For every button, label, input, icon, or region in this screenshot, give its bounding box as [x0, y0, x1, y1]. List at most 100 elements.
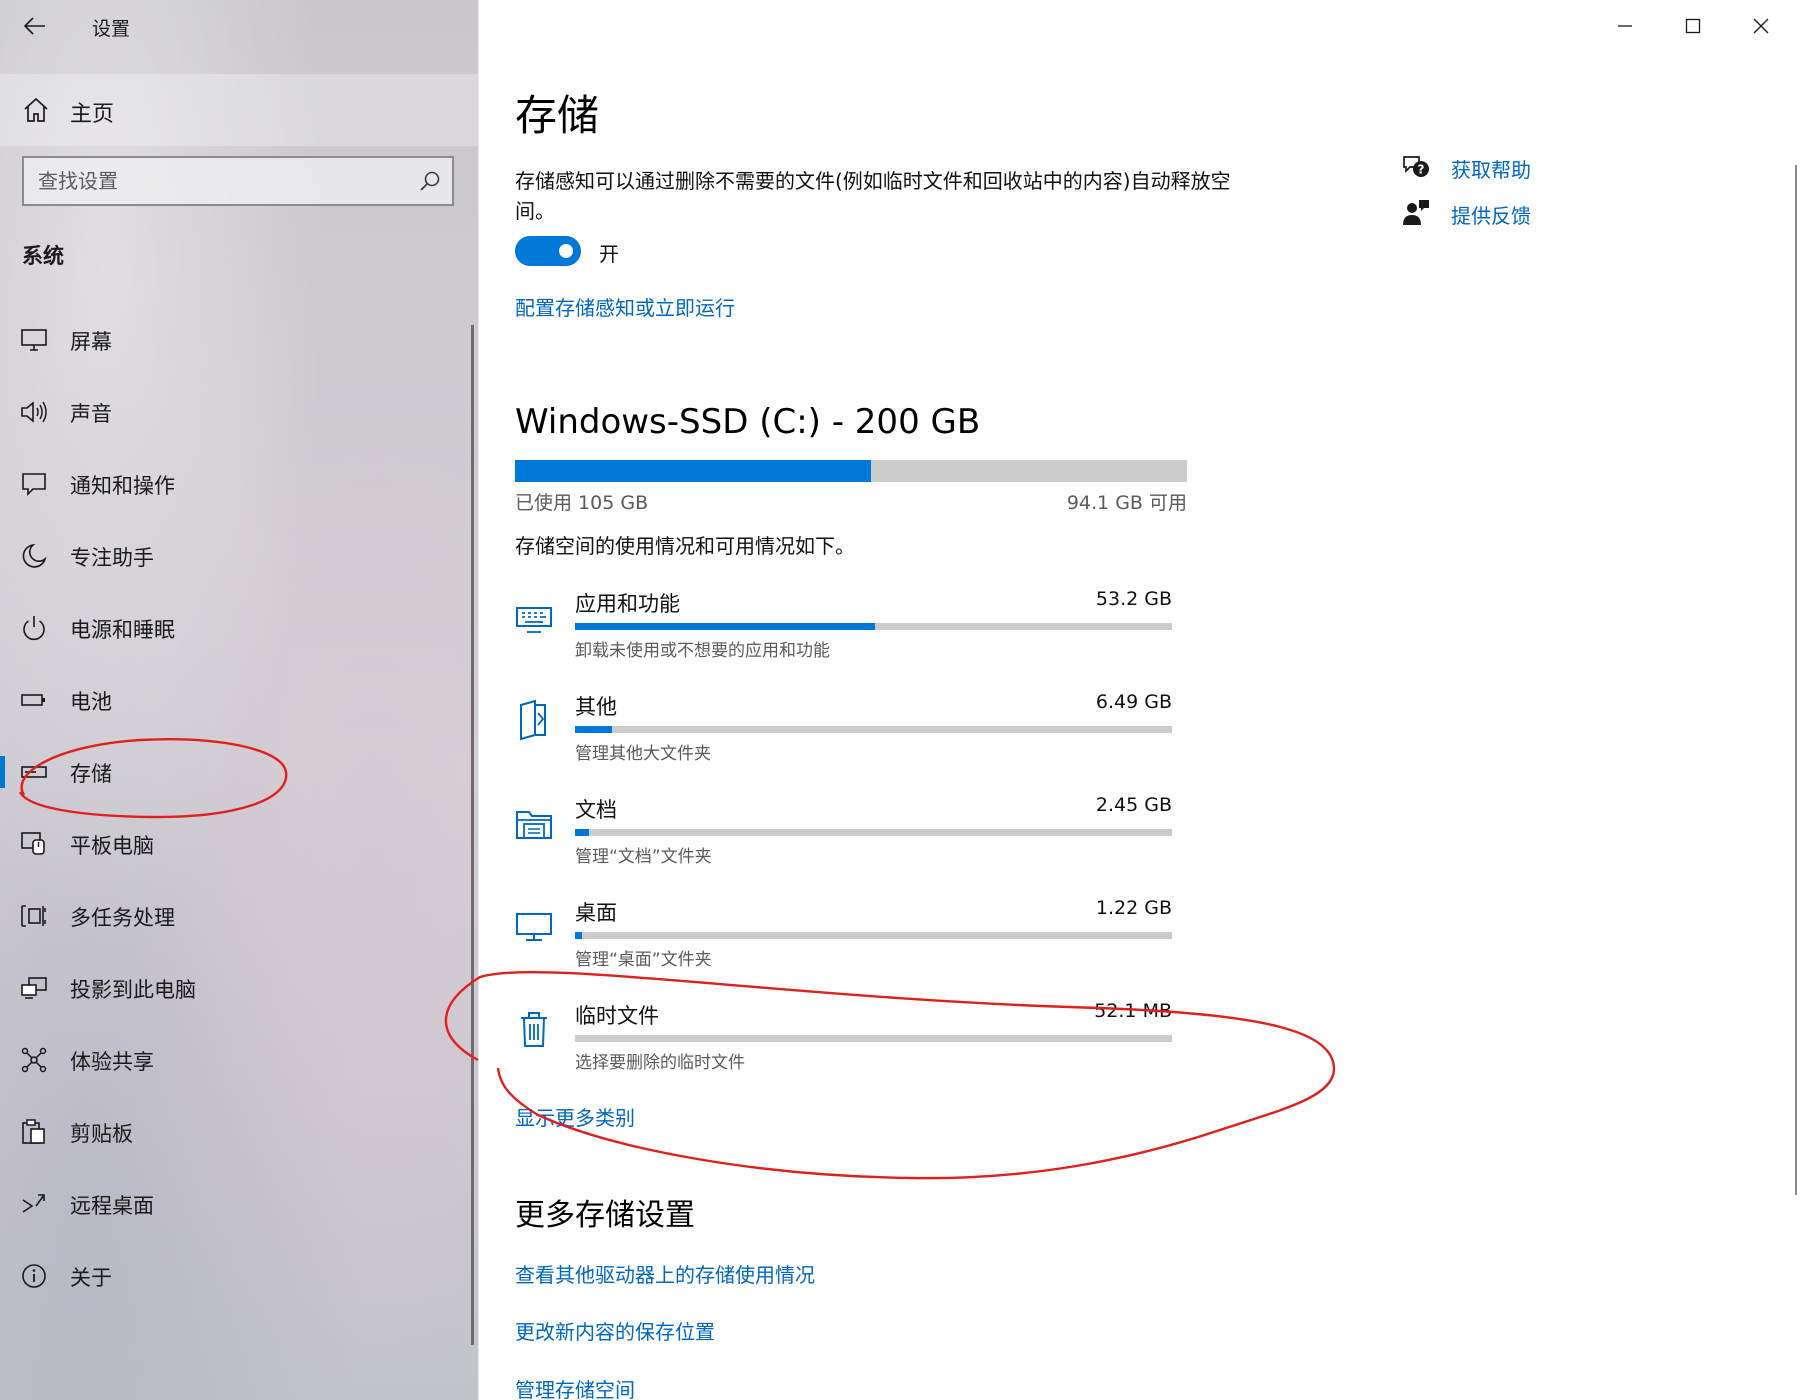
drive-used-label: 已使用 105 GB [515, 492, 649, 514]
sidebar-item-home[interactable]: 主页 [0, 74, 478, 146]
sidebar-item-label: 专注助手 [70, 546, 154, 570]
get-help-row[interactable]: ? 获取帮助 [1401, 148, 1661, 188]
category-name: 应用和功能 [575, 592, 680, 616]
change-save-location-link[interactable]: 更改新内容的保存位置 [515, 1316, 715, 1345]
back-arrow-icon [24, 17, 45, 35]
category-apps[interactable]: 应用和功能 53.2 GB 卸载未使用或不想要的应用和功能 [515, 588, 1187, 688]
info-icon [22, 1264, 46, 1288]
sidebar-item-notifications[interactable]: 通知和操作 [0, 448, 470, 520]
category-temp-files[interactable]: 临时文件 52.1 MB 选择要删除的临时文件 [515, 1000, 1187, 1100]
sidebar-item-battery[interactable]: 电池 [0, 664, 470, 736]
category-bar-fill [575, 932, 583, 939]
sidebar-item-focus-assist[interactable]: 专注助手 [0, 520, 470, 592]
minimize-icon [1618, 25, 1632, 27]
battery-icon [21, 694, 45, 706]
category-size: 52.1 MB [1094, 1000, 1172, 1022]
category-bar [575, 1035, 1172, 1042]
sidebar-item-label: 投影到此电脑 [70, 978, 196, 1002]
show-more-categories-link[interactable]: 显示更多类别 [515, 1102, 635, 1131]
storage-sense-description: 存储感知可以通过删除不需要的文件(例如临时文件和回收站中的内容)自动释放空间。 [515, 169, 1231, 223]
category-description: 管理“文档”文件夹 [575, 847, 712, 867]
category-name: 临时文件 [575, 1004, 659, 1028]
sidebar-item-power[interactable]: 电源和睡眠 [0, 592, 470, 664]
category-documents[interactable]: 文档 2.45 GB 管理“文档”文件夹 [515, 794, 1187, 894]
sidebar-item-label: 屏幕 [70, 330, 112, 354]
speaker-icon [21, 401, 47, 423]
category-bar [575, 726, 1172, 733]
feedback-link[interactable]: 提供反馈 [1451, 200, 1531, 229]
category-size: 2.45 GB [1095, 794, 1172, 816]
share-icon [21, 1047, 47, 1073]
trash-icon [521, 1012, 547, 1047]
sidebar-item-label: 电池 [70, 690, 112, 714]
app-title: 设置 [92, 18, 131, 40]
clipboard-icon [22, 1119, 45, 1144]
category-description: 管理其他大文件夹 [575, 744, 711, 764]
drive-free-label: 94.1 GB 可用 [1066, 492, 1187, 514]
get-help-link[interactable]: 获取帮助 [1451, 154, 1531, 183]
maximize-icon [1685, 18, 1701, 34]
storage-icon [21, 766, 47, 778]
usage-description: 存储空间的使用情况和可用情况如下。 [515, 534, 855, 558]
sidebar-item-shared-experiences[interactable]: 体验共享 [0, 1024, 470, 1096]
title-bar: 设置 [0, 0, 478, 52]
sidebar-item-storage[interactable]: 存储 [0, 736, 470, 808]
main-content: 存储 存储感知可以通过删除不需要的文件(例如临时文件和回收站中的内容)自动释放空… [478, 0, 1800, 1400]
sidebar-item-sound[interactable]: 声音 [0, 376, 470, 448]
sidebar-item-tablet[interactable]: 平板电脑 [0, 808, 470, 880]
tablet-icon [21, 832, 45, 855]
main-scrollbar[interactable] [1795, 165, 1797, 1195]
selection-indicator [0, 756, 5, 788]
sidebar-item-about[interactable]: 关于 [0, 1240, 470, 1312]
sidebar-item-label: 剪贴板 [70, 1122, 133, 1146]
search-box [22, 156, 454, 206]
drive-usage-fill [515, 460, 872, 482]
maximize-button[interactable] [1661, 6, 1725, 46]
toggle-state-label: 开 [599, 242, 619, 266]
monitor-icon [21, 329, 47, 351]
category-description: 选择要删除的临时文件 [575, 1053, 745, 1073]
feedback-row[interactable]: 提供反馈 [1401, 194, 1661, 234]
sidebar-item-remote-desktop[interactable]: 远程桌面 [0, 1168, 470, 1240]
sidebar-item-label: 主页 [70, 102, 115, 127]
category-desktop[interactable]: 桌面 1.22 GB 管理“桌面”文件夹 [515, 897, 1187, 997]
close-button[interactable] [1729, 6, 1793, 46]
drive-title: Windows-SSD (C:) - 200 GB [515, 402, 981, 442]
category-name: 桌面 [575, 901, 617, 925]
project-icon [21, 977, 47, 999]
category-name: 文档 [575, 798, 617, 822]
category-name: 其他 [575, 695, 617, 719]
back-button[interactable] [18, 10, 52, 42]
sidebar-item-clipboard[interactable]: 剪贴板 [0, 1096, 470, 1168]
remote-desktop-icon [22, 1194, 45, 1213]
category-description: 管理“桌面”文件夹 [575, 950, 712, 970]
category-bar-fill [575, 726, 612, 733]
keyboard-icon [516, 607, 552, 633]
category-other[interactable]: 其他 6.49 GB 管理其他大文件夹 [515, 691, 1187, 791]
category-bar [575, 932, 1172, 939]
category-bar [575, 829, 1172, 836]
category-size: 6.49 GB [1095, 691, 1172, 713]
sidebar-item-label: 关于 [70, 1266, 112, 1290]
storage-sense-toggle[interactable] [515, 236, 581, 266]
view-other-drives-link[interactable]: 查看其他驱动器上的存储使用情况 [515, 1259, 815, 1288]
sidebar-scrollbar[interactable] [471, 325, 474, 1345]
sidebar-item-multitasking[interactable]: 多任务处理 [0, 880, 470, 952]
sidebar-item-display[interactable]: 屏幕 [0, 304, 470, 376]
home-icon [24, 97, 48, 122]
drive-usage-bar [515, 460, 1187, 482]
configure-storage-sense-link[interactable]: 配置存储感知或立即运行 [515, 292, 735, 321]
section-title: 系统 [22, 244, 64, 268]
manage-storage-spaces-link[interactable]: 管理存储空间 [515, 1374, 635, 1400]
page-title: 存储 [515, 91, 600, 140]
help-chat-icon: ? [1403, 156, 1429, 177]
multitask-icon [21, 905, 46, 927]
sidebar-item-projecting[interactable]: 投影到此电脑 [0, 952, 470, 1024]
search-input[interactable] [38, 166, 398, 196]
more-storage-settings-title: 更多存储设置 [515, 1198, 695, 1233]
search-icon[interactable] [418, 169, 442, 193]
sidebar: 设置 主页 系统 屏幕 声音 [0, 0, 478, 1400]
sidebar-item-label: 声音 [70, 402, 112, 426]
desktop-icon [516, 913, 552, 941]
minimize-button[interactable] [1593, 6, 1657, 46]
